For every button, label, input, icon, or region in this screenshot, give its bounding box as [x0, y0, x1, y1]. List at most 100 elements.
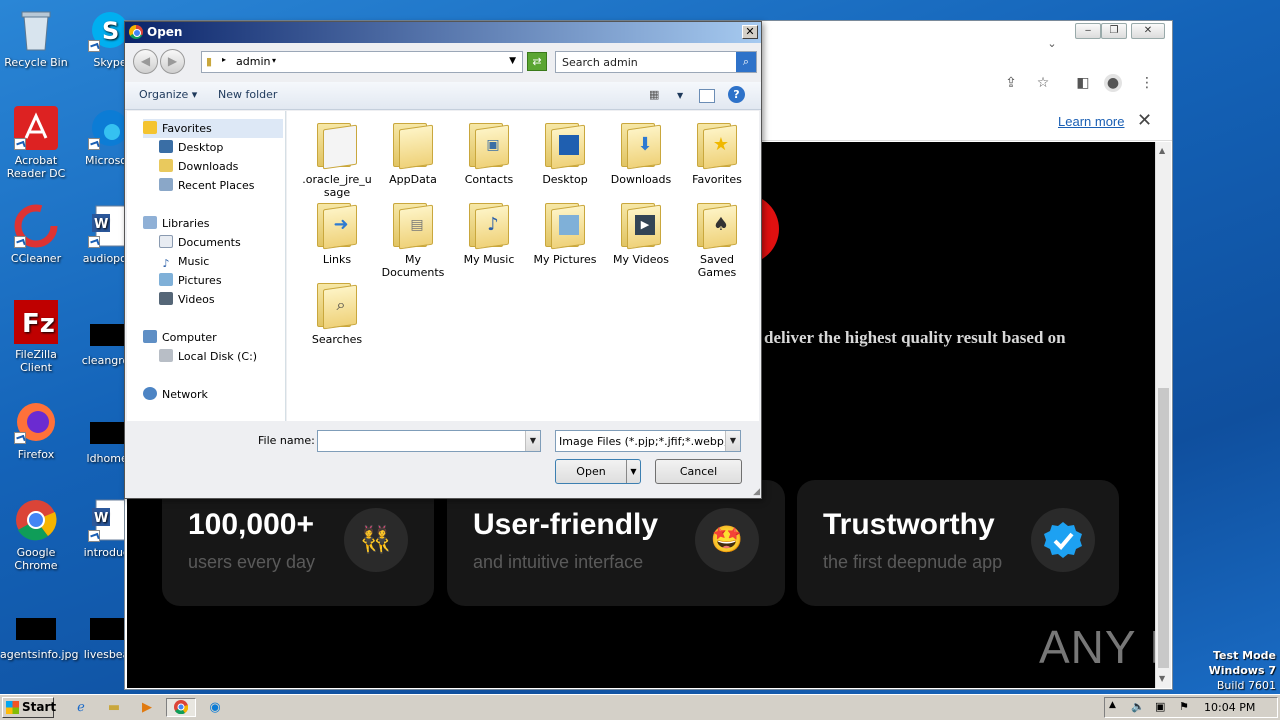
- view-icon[interactable]: ▦: [649, 88, 659, 101]
- videos-icon: [159, 292, 173, 305]
- desktop-icon-label: FileZilla Client: [15, 348, 57, 374]
- side-panel-icon[interactable]: ◧: [1074, 74, 1092, 92]
- svg-text:W: W: [94, 511, 108, 526]
- page-scrollbar[interactable]: ▲ ▼: [1155, 142, 1171, 688]
- back-button[interactable]: ◀: [133, 49, 158, 74]
- minimize-button[interactable]: ‒: [1075, 23, 1101, 39]
- nav-network[interactable]: Network: [143, 385, 208, 404]
- help-icon[interactable]: ?: [728, 86, 745, 103]
- nav-local-disk[interactable]: Local Disk (C:): [159, 347, 257, 366]
- resize-grip-icon[interactable]: ◢: [753, 487, 760, 497]
- path-dropdown-icon[interactable]: ▾: [272, 56, 276, 65]
- stat-card-trustworthy: Trustworthy the first deepnude app: [797, 480, 1119, 606]
- new-folder-button[interactable]: New folder: [218, 88, 277, 101]
- address-path[interactable]: admin: [236, 55, 270, 68]
- organize-menu[interactable]: Organize ▾: [139, 88, 197, 101]
- file-type-select[interactable]: Image Files (*.pjp;*.jfif;*.webp;* ▼: [555, 430, 741, 452]
- infobar-close-icon[interactable]: ✕: [1137, 110, 1152, 131]
- dialog-bottom-bar: File name: ▼ Image Files (*.pjp;*.jfif;*…: [125, 422, 761, 498]
- nav-music[interactable]: ♪ Music: [159, 252, 209, 271]
- search-box[interactable]: Search admin ⌕: [555, 51, 757, 73]
- file-item[interactable]: ▶ My Videos: [603, 199, 679, 266]
- desktop-icon-acrobat[interactable]: Acrobat Reader DC: [0, 106, 72, 180]
- nav-documents[interactable]: Documents: [159, 233, 241, 252]
- refresh-button[interactable]: ⇄: [527, 52, 547, 71]
- desktop-icon-ccleaner[interactable]: CCleaner: [0, 204, 72, 265]
- taskbar: Start ℯ ▬ ▶ ◉ ▲ 🔈 ▣ ⚑ 10:04 PM: [0, 694, 1280, 720]
- nav-libraries[interactable]: Libraries: [143, 214, 210, 233]
- user-folder-icon: ▮: [206, 55, 213, 68]
- file-type-value[interactable]: Image Files (*.pjp;*.jfif;*.webp;*: [559, 435, 725, 448]
- search-input[interactable]: Search admin: [562, 56, 638, 69]
- file-item[interactable]: ♠ Saved Games: [679, 199, 755, 279]
- nav-videos[interactable]: Videos: [159, 290, 215, 309]
- dialog-close-button[interactable]: ✕: [742, 25, 758, 39]
- users-icon: 👯: [344, 508, 408, 572]
- desktop-icon-recycle-bin[interactable]: Recycle Bin: [0, 8, 72, 69]
- nav-recent-places[interactable]: Recent Places: [159, 176, 255, 195]
- open-split-dropdown-icon[interactable]: ▼: [626, 460, 640, 483]
- nav-desktop[interactable]: Desktop: [159, 138, 223, 157]
- address-history-dropdown-icon[interactable]: ▼: [509, 56, 516, 66]
- volume-icon[interactable]: 🔈: [1131, 700, 1145, 713]
- network-tray-icon[interactable]: ▣: [1155, 700, 1165, 713]
- downloads-icon: [159, 159, 173, 172]
- ccleaner-icon: [14, 204, 58, 248]
- music-icon: ♪: [162, 257, 170, 270]
- close-window-button[interactable]: ✕: [1131, 23, 1165, 39]
- media-player-icon[interactable]: ▶: [136, 698, 158, 717]
- maximize-button[interactable]: ❐: [1101, 23, 1127, 39]
- test-mode-notice: Test Mode Windows 7 Build 7601: [1190, 648, 1276, 693]
- nav-favorites[interactable]: Favorites: [143, 119, 283, 138]
- nav-downloads[interactable]: Downloads: [159, 157, 238, 176]
- profile-icon[interactable]: ●: [1104, 74, 1122, 92]
- breadcrumb-chevron-icon[interactable]: ▸: [222, 55, 226, 64]
- menu-kebab-icon[interactable]: ⋮: [1138, 74, 1156, 92]
- learn-more-link[interactable]: Learn more: [1058, 114, 1124, 129]
- file-item[interactable]: ➜ Links: [299, 199, 375, 266]
- address-bar[interactable]: ▮ ▸ admin ▾ ▼: [201, 51, 523, 73]
- action-center-flag-icon[interactable]: ⚑: [1179, 700, 1189, 713]
- file-item[interactable]: ▣ Contacts: [451, 119, 527, 186]
- cancel-button[interactable]: Cancel: [655, 459, 742, 484]
- desktop-icon-chrome[interactable]: Google Chrome: [0, 498, 72, 572]
- tab-list-chevron-icon[interactable]: ⌄: [1043, 35, 1061, 53]
- file-name-input[interactable]: ▼: [317, 430, 541, 452]
- explorer-icon[interactable]: ▬: [103, 698, 125, 717]
- edge-taskbar-icon[interactable]: ◉: [204, 698, 226, 717]
- file-item[interactable]: AppData: [375, 119, 451, 186]
- file-name-dropdown-icon[interactable]: ▼: [525, 431, 540, 451]
- taskbar-chrome-button[interactable]: [166, 698, 196, 717]
- file-item[interactable]: .oracle_jre_u sage: [299, 119, 375, 199]
- favorites-folder-icon: ★: [697, 119, 737, 170]
- nav-computer[interactable]: Computer: [143, 328, 217, 347]
- documents-folder-icon: ▤: [393, 199, 433, 250]
- file-item[interactable]: My Pictures: [527, 199, 603, 266]
- file-item[interactable]: Desktop: [527, 119, 603, 186]
- preview-pane-icon[interactable]: [699, 89, 715, 103]
- file-item[interactable]: ▤ My Documents: [375, 199, 451, 279]
- desktop-icon-firefox[interactable]: Firefox: [0, 400, 72, 461]
- start-button[interactable]: Start: [2, 697, 56, 718]
- scroll-down-arrow-icon[interactable]: ▼: [1159, 674, 1165, 683]
- clock[interactable]: 10:04 PM: [1204, 701, 1255, 714]
- view-dropdown-icon[interactable]: ▼: [677, 91, 683, 100]
- tray-expand-icon[interactable]: ▲: [1109, 700, 1116, 710]
- share-icon[interactable]: ⇪: [1002, 74, 1020, 92]
- scroll-up-arrow-icon[interactable]: ▲: [1159, 146, 1165, 155]
- search-icon[interactable]: ⌕: [736, 52, 756, 72]
- bookmark-star-icon[interactable]: ☆: [1034, 74, 1052, 92]
- desktop-icon-agentsinfo[interactable]: agentsinfo.jpg: [0, 606, 78, 661]
- ie-icon[interactable]: ℯ: [70, 698, 92, 717]
- file-item[interactable]: ⌕ Searches: [299, 279, 375, 346]
- file-item[interactable]: ★ Favorites: [679, 119, 755, 186]
- file-item[interactable]: ⬇ Downloads: [603, 119, 679, 186]
- forward-button[interactable]: ▶: [160, 49, 185, 74]
- test-mode-line: Test Mode: [1213, 649, 1276, 662]
- file-type-dropdown-icon[interactable]: ▼: [725, 431, 740, 451]
- open-button[interactable]: Open ▼: [555, 459, 641, 484]
- nav-pictures[interactable]: Pictures: [159, 271, 222, 290]
- desktop-icon-filezilla[interactable]: Fz FileZilla Client: [0, 300, 72, 374]
- file-item[interactable]: ♪ My Music: [451, 199, 527, 266]
- scroll-thumb[interactable]: [1158, 388, 1169, 668]
